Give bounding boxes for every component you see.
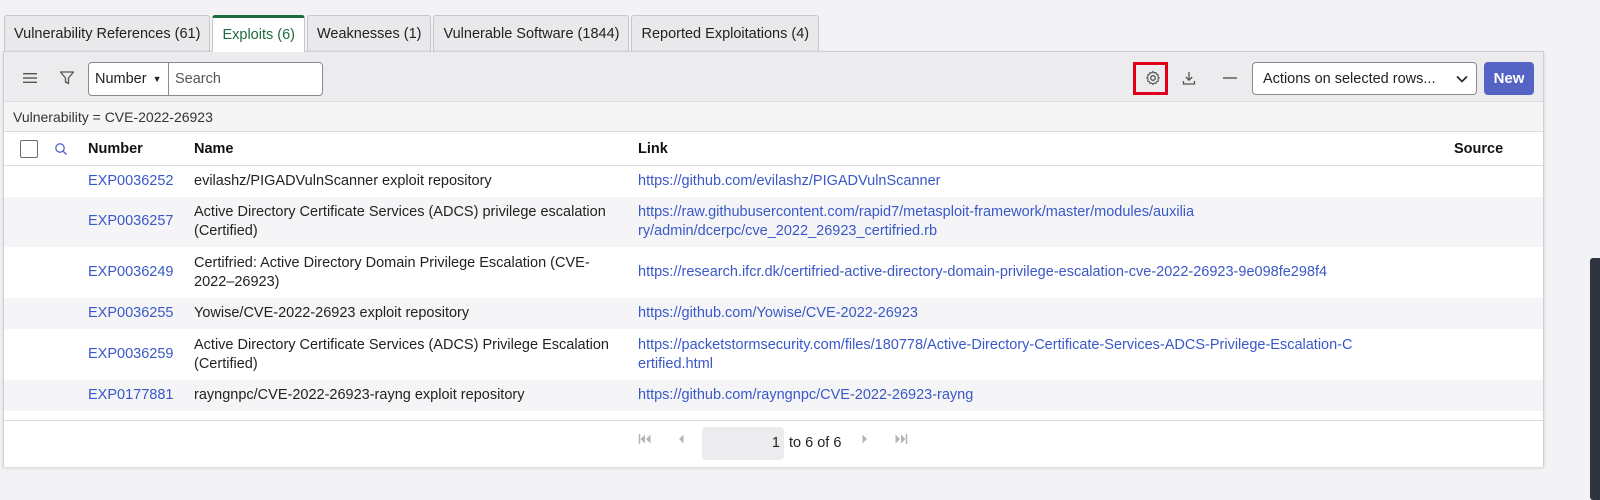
row-number-link[interactable]: EXP0036255 (88, 304, 173, 323)
page-number-input[interactable]: 1 (702, 427, 784, 460)
download-icon[interactable] (1174, 63, 1204, 93)
row-number-link[interactable]: EXP0036249 (88, 263, 173, 282)
row-number-link[interactable]: EXP0036252 (88, 172, 173, 191)
table-row: EXP0036257 Active Directory Certificate … (4, 197, 1543, 247)
row-link[interactable]: https://research.ifcr.dk/certifried-acti… (638, 263, 1398, 282)
last-page-icon[interactable] (894, 433, 908, 448)
caret-down-icon: ▼ (152, 74, 162, 84)
pagination-footer: 1 to 6 of 6 (4, 420, 1543, 467)
column-header-link[interactable]: Link (638, 132, 668, 166)
list-search-group: Number ▼ (88, 62, 323, 96)
page-scrollbar[interactable] (1590, 258, 1600, 500)
row-link[interactable]: https://raw.githubusercontent.com/rapid7… (638, 203, 1198, 241)
table-row: EXP0036252 evilashz/PIGADVulnScanner exp… (4, 166, 1543, 197)
row-number-link[interactable]: EXP0036259 (88, 345, 173, 364)
filter-icon[interactable] (52, 63, 82, 93)
menu-icon[interactable] (15, 63, 45, 93)
table-row: EXP0177881 rayngnpc/CVE-2022-26923-rayng… (4, 380, 1543, 411)
row-name: Certifried: Active Directory Domain Priv… (194, 255, 590, 290)
table-header: Number Name Link Source (4, 132, 1543, 166)
first-page-icon[interactable] (638, 433, 652, 448)
new-button[interactable]: New (1484, 62, 1534, 95)
filter-breadcrumb[interactable]: Vulnerability = CVE-2022-26923 (4, 102, 1543, 132)
row-link[interactable]: https://github.com/Yowise/CVE-2022-26923 (638, 304, 1398, 323)
table-row: EXP0036259 Active Directory Certificate … (4, 329, 1543, 380)
search-input[interactable] (169, 63, 322, 95)
row-name: rayngnpc/CVE-2022-26923-rayng exploit re… (194, 387, 525, 403)
tab-weaknesses[interactable]: Weaknesses (1) (306, 15, 432, 52)
exploits-list-panel: Number ▼ Actions on selected rows... New… (3, 51, 1544, 467)
tab-reported-exploitations[interactable]: Reported Exploitations (4) (631, 15, 820, 52)
row-name: Active Directory Certificate Services (A… (194, 204, 606, 239)
select-all-checkbox[interactable] (20, 140, 38, 158)
row-name: Yowise/CVE-2022-26923 exploit repository (194, 305, 470, 321)
row-name: Active Directory Certificate Services (A… (194, 337, 609, 372)
search-field-select[interactable]: Number ▼ (89, 63, 169, 95)
table-row: EXP0036255 Yowise/CVE-2022-26923 exploit… (4, 298, 1543, 329)
row-number-link[interactable]: EXP0036257 (88, 212, 173, 231)
row-link[interactable]: https://github.com/rayngnpc/CVE-2022-269… (638, 386, 1398, 405)
row-link[interactable]: https://github.com/evilashz/PIGADVulnSca… (638, 172, 1398, 191)
collapse-icon[interactable] (1215, 63, 1245, 93)
chevron-down-icon (1456, 75, 1468, 83)
column-header-name[interactable]: Name (194, 132, 234, 166)
row-name: evilashz/PIGADVulnScanner exploit reposi… (194, 173, 492, 189)
column-header-number[interactable]: Number (88, 132, 143, 166)
gear-icon[interactable] (1138, 63, 1168, 93)
tab-exploits[interactable]: Exploits (6) (212, 15, 305, 52)
related-lists-tabs: Vulnerability References (61) Exploits (… (4, 15, 821, 52)
tab-vulnerability-references[interactable]: Vulnerability References (61) (4, 15, 211, 52)
actions-select-label: Actions on selected rows... (1263, 70, 1436, 87)
search-field-label: Number (95, 71, 147, 87)
column-header-source[interactable]: Source (1454, 132, 1503, 166)
table-row: EXP0036249 Certifried: Active Directory … (4, 247, 1543, 298)
list-toolbar: Number ▼ Actions on selected rows... New (4, 52, 1543, 102)
page-range-text: to 6 of 6 (789, 435, 842, 451)
prev-page-icon[interactable] (677, 433, 685, 448)
tab-vulnerable-software[interactable]: Vulnerable Software (1844) (433, 15, 630, 52)
next-page-icon[interactable] (861, 433, 869, 448)
actions-on-selected-rows-select[interactable]: Actions on selected rows... (1252, 62, 1477, 95)
row-link[interactable]: https://packetstormsecurity.com/files/18… (638, 336, 1353, 374)
search-icon[interactable] (46, 134, 76, 164)
row-number-link[interactable]: EXP0177881 (88, 386, 173, 405)
